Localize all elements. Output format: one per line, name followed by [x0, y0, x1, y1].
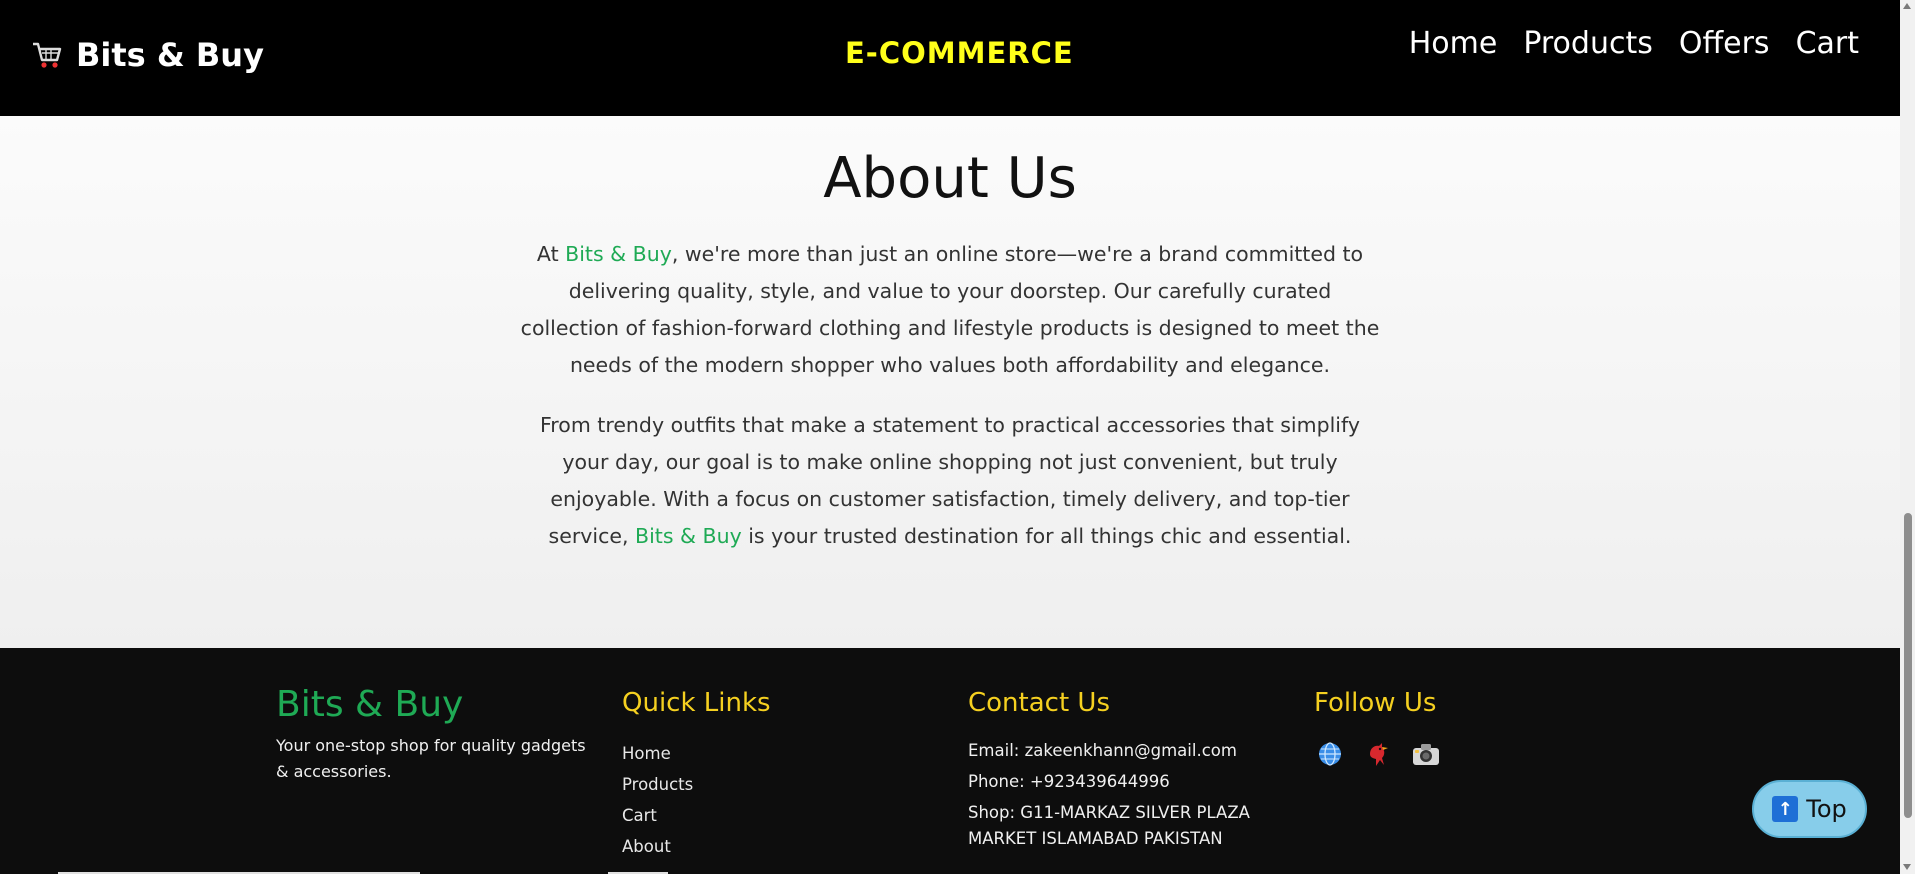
nav-offers[interactable]: Offers	[1679, 26, 1770, 61]
scroll-up-icon[interactable]	[1903, 3, 1911, 9]
contact-title: Contact Us	[968, 688, 1110, 718]
back-to-top-label: Top	[1806, 795, 1847, 823]
follow-column: Follow Us	[1314, 684, 1574, 770]
footer-link-about[interactable]: About	[622, 831, 922, 862]
brand-name: Bits & Buy	[76, 36, 264, 74]
site-header: Bits & Buy E-COMMERCE Home Products Offe…	[0, 0, 1900, 116]
camera-icon[interactable]	[1410, 738, 1442, 770]
shopping-cart-icon	[30, 38, 64, 72]
center-title: E-COMMERCE	[845, 36, 1074, 70]
follow-title: Follow Us	[1314, 688, 1437, 718]
quick-links-list: Home Products Cart About	[622, 738, 922, 862]
about-title: About Us	[823, 146, 1077, 211]
brand-highlight: Bits & Buy	[565, 242, 672, 266]
nav-home[interactable]: Home	[1409, 26, 1498, 61]
footer-brand-name: Bits & Buy	[276, 684, 464, 725]
contact-email: Email: zakeenkhann@gmail.com	[968, 741, 1237, 760]
bird-icon[interactable]	[1362, 738, 1394, 770]
about-p1-start: At	[536, 242, 566, 266]
social-links	[1314, 738, 1574, 770]
about-paragraph-2: From trendy outfits that make a statemen…	[520, 407, 1380, 555]
footer-link-products[interactable]: Products	[622, 769, 922, 800]
page: Bits & Buy E-COMMERCE Home Products Offe…	[0, 0, 1915, 874]
footer-link-cart[interactable]: Cart	[622, 800, 922, 831]
nav-cart[interactable]: Cart	[1796, 26, 1859, 61]
quick-links-title: Quick Links	[622, 688, 771, 718]
quick-links-column: Quick Links Home Products Cart About	[622, 684, 922, 862]
footer-brand-column: Bits & Buy Your one-stop shop for qualit…	[276, 684, 586, 785]
up-arrow-icon: ↑	[1772, 796, 1799, 822]
contact-details: Email: zakeenkhann@gmail.com Phone: +923…	[968, 738, 1288, 852]
contact-phone: Phone: +923439644996	[968, 772, 1170, 791]
about-section: About Us At Bits & Buy, we're more than …	[0, 116, 1900, 648]
about-paragraph-1: At Bits & Buy, we're more than just an o…	[520, 236, 1380, 384]
brand-highlight: Bits & Buy	[635, 524, 742, 548]
site-footer: Bits & Buy Your one-stop shop for qualit…	[0, 648, 1900, 874]
globe-icon[interactable]	[1314, 738, 1346, 770]
nav-products[interactable]: Products	[1523, 26, 1653, 61]
brand[interactable]: Bits & Buy	[30, 36, 264, 74]
scroll-down-icon[interactable]	[1903, 864, 1911, 870]
footer-tagline: Your one-stop shop for quality gadgets &…	[276, 736, 586, 781]
contact-column: Contact Us Email: zakeenkhann@gmail.com …	[968, 684, 1288, 857]
footer-link-home[interactable]: Home	[622, 738, 922, 769]
back-to-top-button[interactable]: ↑ Top	[1752, 780, 1867, 838]
scrollbar-thumb[interactable]	[1904, 513, 1912, 818]
contact-shop-address: Shop: G11-MARKAZ SILVER PLAZA MARKET ISL…	[968, 803, 1250, 848]
main-nav: Home Products Offers Cart	[1409, 26, 1859, 61]
about-p2-rest: is your trusted destination for all thin…	[741, 524, 1352, 548]
